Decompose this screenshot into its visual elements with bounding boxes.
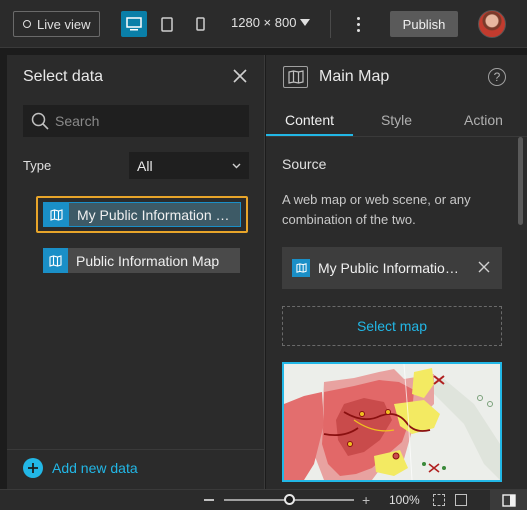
phone-icon: [195, 17, 205, 31]
data-item-selected[interactable]: My Public Information Map: [43, 202, 241, 227]
select-data-panel: Select data Search Type All My Public In…: [7, 55, 265, 489]
search-icon: [31, 112, 49, 130]
tablet-icon: [161, 16, 173, 32]
zoom-percent: 100%: [389, 493, 420, 507]
phone-device-button[interactable]: [187, 11, 213, 37]
source-description: A web map or web scene, or any combinati…: [282, 192, 471, 227]
map-icon: [44, 202, 69, 227]
user-avatar[interactable]: [478, 10, 506, 38]
chevron-down-icon: [232, 163, 241, 168]
toolbar-divider: [330, 10, 331, 38]
close-icon[interactable]: [233, 69, 247, 83]
resolution-value: 1280 × 800: [231, 15, 297, 30]
live-view-label: Live view: [37, 16, 91, 32]
type-label: Type: [23, 158, 52, 173]
selected-item-outline: My Public Information Map: [36, 196, 248, 233]
fullscreen-icon[interactable]: [455, 494, 467, 506]
top-toolbar: Live view 1280 × 800 Publish: [0, 0, 527, 48]
map-icon: [292, 259, 310, 277]
widget-settings-panel: Main Map ? Content Style Action Source A…: [266, 55, 527, 489]
settings-scrollbar[interactable]: [518, 137, 523, 225]
toggle-panel-button[interactable]: [490, 490, 527, 510]
map-thumbnail[interactable]: [282, 362, 502, 482]
map-icon: [43, 248, 68, 273]
add-new-data-label: Add new data: [52, 460, 138, 476]
data-item-label: My Public Information Map: [77, 206, 240, 223]
tablet-device-button[interactable]: [154, 11, 180, 37]
live-view-icon: [23, 20, 31, 28]
map-preview-image: [284, 364, 500, 480]
panel-toggle-icon: [501, 494, 516, 507]
desktop-icon: [126, 17, 142, 31]
fit-screen-icon[interactable]: [433, 494, 445, 506]
tab-action[interactable]: Action: [440, 105, 527, 136]
select-map-button[interactable]: Select map: [282, 306, 502, 346]
resolution-dropdown[interactable]: 1280 × 800: [231, 15, 311, 30]
zoom-slider-handle[interactable]: [283, 494, 295, 505]
map-widget-icon: [283, 66, 308, 88]
publish-button[interactable]: Publish: [390, 11, 458, 37]
source-label: Source: [282, 156, 327, 172]
type-select[interactable]: All: [129, 152, 249, 179]
remove-source-icon[interactable]: [478, 261, 490, 273]
search-placeholder: Search: [55, 113, 100, 129]
status-bar: + 100%: [0, 489, 527, 510]
zoom-in-button[interactable]: +: [362, 493, 370, 507]
selected-source-chip[interactable]: My Public Information Map: [282, 247, 502, 289]
type-select-value: All: [137, 157, 153, 174]
tab-style[interactable]: Style: [353, 105, 440, 136]
selected-source-label: My Public Information Map: [318, 260, 460, 276]
select-data-title: Select data: [23, 68, 104, 85]
help-icon[interactable]: ?: [488, 68, 506, 86]
live-view-button[interactable]: Live view: [13, 11, 100, 37]
search-input[interactable]: Search: [23, 105, 249, 137]
data-item[interactable]: Public Information Map: [43, 248, 240, 273]
desktop-device-button[interactable]: [121, 11, 147, 37]
more-dots-icon: [356, 16, 360, 20]
data-item-label: Public Information Map: [76, 252, 220, 269]
widget-title: Main Map: [319, 68, 390, 85]
settings-tabs: Content Style Action: [266, 105, 527, 137]
add-new-data-button[interactable]: Add new data: [23, 458, 138, 478]
tab-content[interactable]: Content: [266, 105, 353, 136]
caret-down-icon: [300, 19, 311, 26]
more-options-button[interactable]: [350, 13, 366, 35]
zoom-out-button[interactable]: [204, 499, 214, 501]
panel-divider: [7, 449, 265, 450]
plus-circle-icon: [23, 458, 43, 478]
